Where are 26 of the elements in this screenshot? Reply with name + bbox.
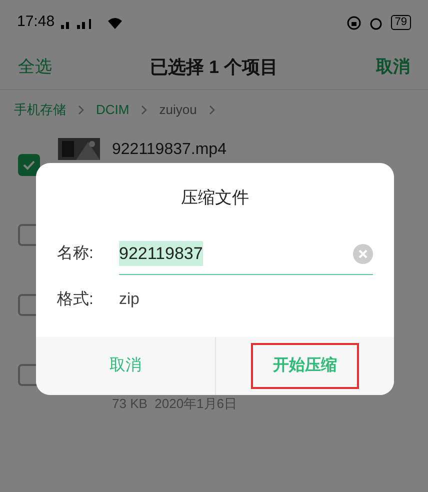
battery-level: 79 — [390, 15, 411, 30]
chevron-icon — [208, 105, 215, 115]
chevron-icon — [78, 105, 84, 115]
name-value: 922119837 — [119, 240, 203, 266]
status-time: 17:48 — [17, 12, 55, 32]
breadcrumb-item[interactable]: DCIM — [96, 100, 130, 120]
alarm-icon — [368, 16, 383, 30]
format-label: 格式: — [57, 290, 94, 310]
check-icon — [23, 160, 35, 170]
chevron-icon — [141, 105, 148, 115]
lock-icon — [346, 16, 361, 30]
file-checkbox[interactable] — [18, 154, 40, 176]
name-label: 名称: — [57, 244, 94, 264]
format-value: zip — [119, 290, 140, 310]
dialog-button[interactable]: 开始压缩 — [250, 343, 359, 389]
dialog-button[interactable]: 取消 — [101, 343, 150, 389]
breadcrumb-item[interactable]: 手机存储 — [14, 100, 66, 120]
cancel-button[interactable]: 取消 — [376, 54, 410, 80]
file-meta: 73 KB 2020年1月6日 — [112, 395, 238, 413]
file-name: 922119837.mp4 — [112, 140, 226, 160]
header-title: 已选择 1 个项目 — [150, 56, 278, 78]
breadcrumb-item[interactable]: zuiyou — [159, 100, 197, 120]
wifi-icon — [106, 16, 123, 28]
select-all-button[interactable]: 全选 — [18, 54, 52, 80]
dialog-title: 压缩文件 — [180, 187, 250, 210]
name-field[interactable]: 922119837 — [119, 233, 373, 275]
